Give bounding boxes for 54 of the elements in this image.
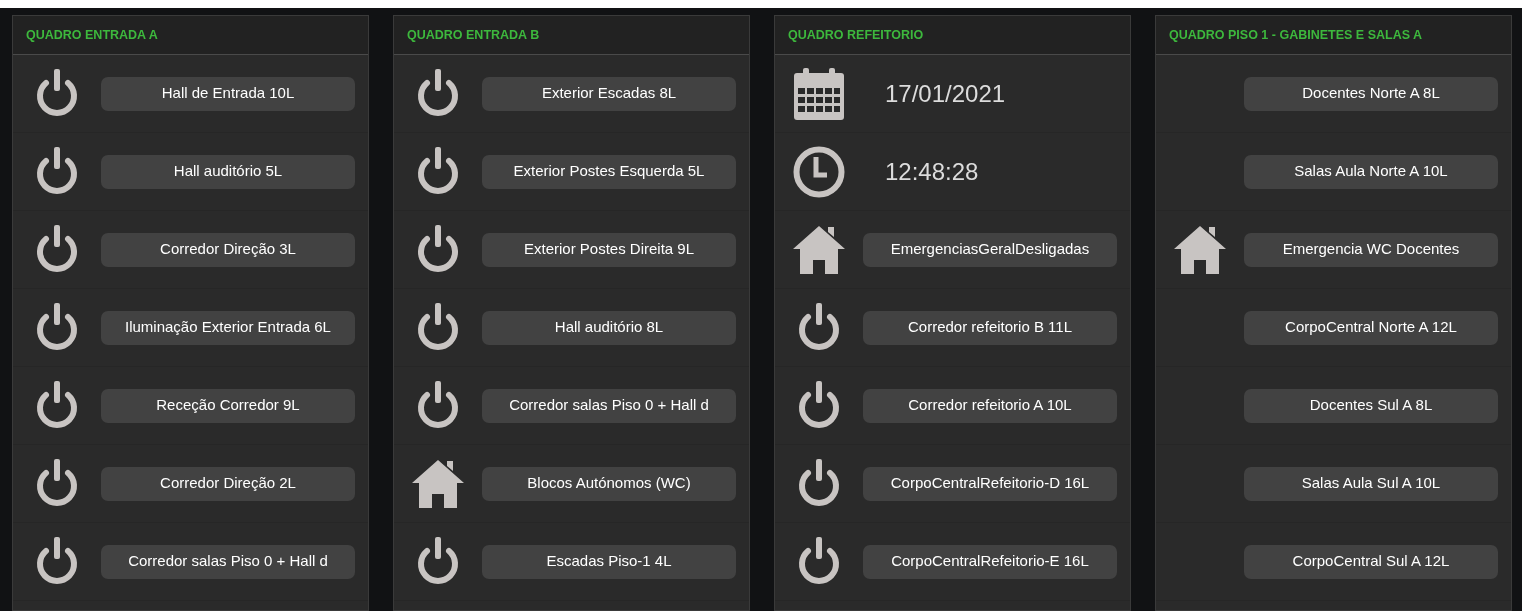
power-icon[interactable] [34, 458, 80, 509]
light-switch-button[interactable]: Iluminação Exterior Entrada 6L [101, 310, 355, 345]
power-icon[interactable] [34, 146, 80, 197]
light-switch-button[interactable]: Exterior Postes Esquerda 5L [482, 154, 736, 189]
light-switch-button[interactable]: CorpoCentral Norte A 12L [1244, 310, 1498, 345]
power-icon[interactable] [34, 68, 80, 119]
calendar-icon [794, 67, 844, 120]
power-icon[interactable] [415, 536, 461, 587]
time-display: 12:48:28 [885, 156, 979, 187]
light-switch-button[interactable]: Hall auditório 8L [482, 310, 736, 345]
home-icon [792, 224, 846, 275]
light-switch-button[interactable]: CorpoCentralRefeitorio-D 16L [863, 466, 1117, 501]
power-icon[interactable] [34, 536, 80, 587]
light-switch-button[interactable]: Exterior Postes Direita 9L [482, 232, 736, 267]
home-icon [1173, 224, 1227, 275]
light-switch-button[interactable]: Docentes Norte A 8L [1244, 76, 1498, 111]
light-switch-button[interactable]: Emergencia WC Docentes [1244, 232, 1498, 267]
panel-title: QUADRO ENTRADA B [407, 26, 540, 44]
light-switch-button[interactable]: Corredor refeitorio A 10L [863, 388, 1117, 423]
power-icon[interactable] [415, 302, 461, 353]
light-switch-button[interactable]: Corredor refeitorio B 11L [863, 310, 1117, 345]
light-switch-button[interactable]: Salas Aula Sul A 10L [1244, 466, 1498, 501]
light-switch-button[interactable]: Hall de Entrada 10L [101, 76, 355, 111]
date-display: 17/01/2021 [885, 78, 1006, 109]
light-switch-button[interactable]: Receção Corredor 9L [101, 388, 355, 423]
light-switch-button[interactable]: Docentes Sul A 8L [1244, 388, 1498, 423]
light-switch-button[interactable]: Escadas Piso-1 4L [482, 544, 736, 579]
light-switch-button[interactable]: Hall auditório 5L [101, 154, 355, 189]
light-switch-button[interactable]: CorpoCentralRefeitorio-E 16L [863, 544, 1117, 579]
power-icon[interactable] [34, 224, 80, 275]
power-icon[interactable] [34, 380, 80, 431]
light-switch-button[interactable]: Salas Aula Norte A 10L [1244, 154, 1498, 189]
power-icon[interactable] [796, 302, 842, 353]
light-switch-button[interactable]: Blocos Autónomos (WC) [482, 466, 736, 501]
power-icon[interactable] [34, 302, 80, 353]
light-switch-button[interactable]: Exterior Escadas 8L [482, 76, 736, 111]
light-switch-button[interactable]: Corredor salas Piso 0 + Hall d [101, 544, 355, 579]
light-switch-button[interactable]: Corredor Direção 3L [101, 232, 355, 267]
panel-title: QUADRO ENTRADA A [26, 26, 158, 44]
power-icon[interactable] [415, 68, 461, 119]
power-icon[interactable] [415, 380, 461, 431]
panel-title: QUADRO PISO 1 - GABINETES E SALAS A [1169, 26, 1423, 44]
panel-title: QUADRO REFEITORIO [788, 26, 924, 44]
light-switch-button[interactable]: Corredor salas Piso 0 + Hall d [482, 388, 736, 423]
power-icon[interactable] [415, 146, 461, 197]
light-switch-button[interactable]: EmergenciasGeralDesligadas [863, 232, 1117, 267]
light-switch-button[interactable]: Corredor Direção 2L [101, 466, 355, 501]
power-icon[interactable] [796, 380, 842, 431]
power-icon[interactable] [796, 458, 842, 509]
home-icon [411, 458, 465, 509]
power-icon[interactable] [796, 536, 842, 587]
light-switch-button[interactable]: CorpoCentral Sul A 12L [1244, 544, 1498, 579]
clock-icon [793, 145, 845, 198]
power-icon[interactable] [415, 224, 461, 275]
